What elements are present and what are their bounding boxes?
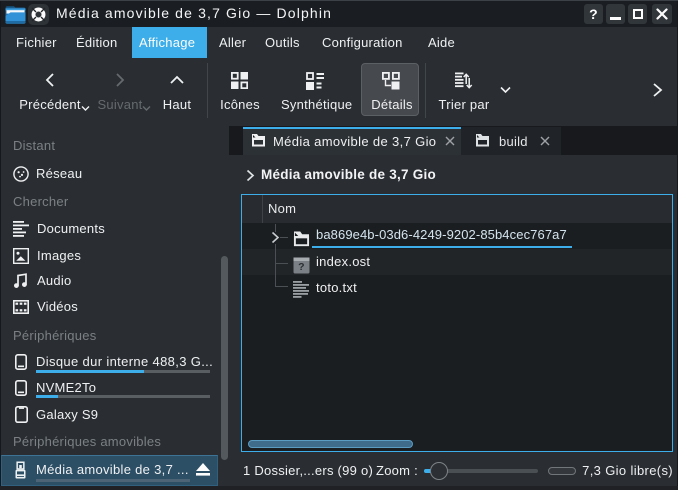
svg-text:?: ? (298, 261, 305, 273)
